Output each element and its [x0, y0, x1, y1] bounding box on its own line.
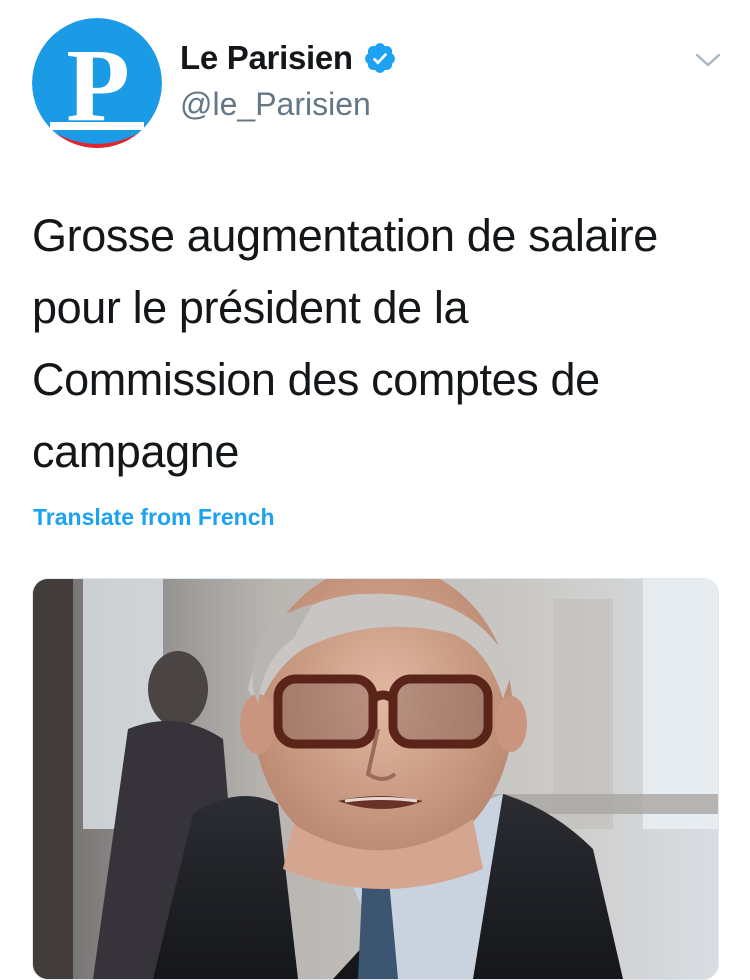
link-card-image[interactable] [32, 578, 719, 980]
verified-badge-icon [363, 41, 397, 75]
tweet-header: P Le Parisien @le_Parisien [0, 0, 750, 160]
avatar[interactable]: P [32, 18, 162, 148]
author-handle[interactable]: @le_Parisien [180, 86, 397, 123]
display-name[interactable]: Le Parisien [180, 39, 353, 77]
avatar-letter: P [66, 28, 130, 143]
display-name-row: Le Parisien [180, 36, 397, 80]
le-parisien-logo-icon: P [32, 18, 162, 148]
news-photo [33, 579, 718, 979]
author-info: Le Parisien @le_Parisien [180, 36, 397, 123]
translate-link[interactable]: Translate from French [33, 504, 275, 531]
chevron-down-icon[interactable] [694, 50, 722, 70]
tweet-text: Grosse augmentation de salaire pour le p… [32, 210, 658, 477]
